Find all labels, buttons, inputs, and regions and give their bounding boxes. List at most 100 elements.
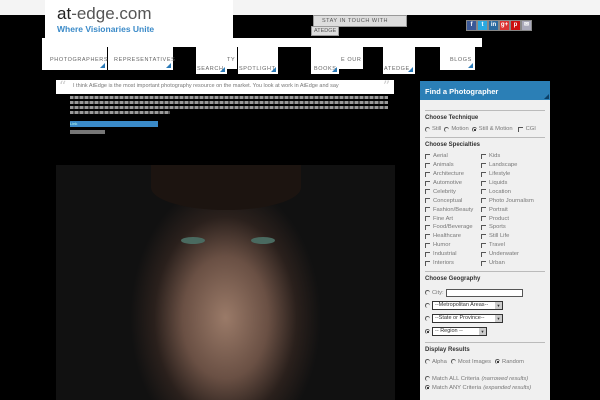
state-radio[interactable] — [425, 316, 430, 322]
radio-label: Most Images — [457, 358, 492, 365]
display-most-images-radio[interactable] — [450, 359, 456, 365]
match-any-radio[interactable] — [425, 385, 430, 391]
quote-author-link[interactable]: Link — [70, 121, 158, 127]
specialty-option[interactable]: Industrial — [425, 250, 481, 259]
specialty-checkbox[interactable] — [481, 198, 486, 204]
pinterest-icon[interactable]: p — [511, 21, 520, 30]
specialty-option[interactable]: Sports — [481, 223, 541, 232]
metro-radio[interactable] — [425, 303, 430, 309]
email-icon[interactable]: ✉ — [522, 21, 531, 30]
specialty-checkbox[interactable] — [481, 216, 486, 222]
city-input[interactable] — [445, 288, 523, 297]
specialty-option[interactable]: Kids — [481, 152, 541, 161]
specialty-option[interactable]: Celebrity — [425, 187, 481, 196]
specialty-checkbox[interactable] — [481, 180, 486, 186]
specialty-option[interactable]: Landscape — [481, 161, 541, 170]
nav-community[interactable]: TY — [227, 44, 237, 69]
specialty-option[interactable]: Urban — [481, 259, 541, 268]
featured-portrait-photo[interactable] — [56, 165, 395, 400]
specialty-option[interactable]: Product — [481, 214, 541, 223]
quote-text-line — [70, 101, 388, 104]
specialty-checkbox[interactable] — [481, 242, 486, 248]
specialty-option[interactable]: Photo Journalism — [481, 196, 541, 205]
corner-icon — [468, 63, 473, 68]
specialty-checkbox[interactable] — [425, 216, 430, 222]
region-radio[interactable] — [425, 329, 430, 335]
specialty-checkbox[interactable] — [425, 224, 430, 230]
specialty-option[interactable]: Underwater — [481, 250, 541, 259]
specialty-checkbox[interactable] — [481, 171, 486, 177]
specialty-label: Still Life — [489, 233, 510, 240]
specialty-option[interactable]: Lifestyle — [481, 170, 541, 179]
metro-select[interactable]: --Metropolitan Areas-- ▼ — [432, 301, 503, 311]
specialty-option[interactable]: Healthcare — [425, 232, 481, 241]
specialty-checkbox[interactable] — [425, 198, 430, 204]
stay-in-touch-button-2[interactable]: ATEDGE — [311, 26, 339, 36]
specialties-grid: Aerial Kids Animals Landscape Architecture Li… — [425, 152, 550, 268]
panel-header: Find a Photographer — [420, 81, 550, 100]
specialty-option[interactable]: Aerial — [425, 152, 481, 161]
display-alpha-radio[interactable] — [425, 359, 430, 365]
specialty-option[interactable]: Liquids — [481, 179, 541, 188]
radio-label: Still & Motion — [478, 126, 513, 133]
radio-note: (expanded results) — [483, 384, 532, 391]
specialty-checkbox[interactable] — [481, 162, 486, 168]
specialty-option[interactable]: Automotive — [425, 179, 481, 188]
linkedin-icon[interactable]: in — [489, 21, 498, 30]
technique-cgi-checkbox[interactable] — [517, 126, 523, 132]
panel-title: Find a Photographer — [425, 87, 499, 96]
specialty-option[interactable]: Fashion/Beauty — [425, 205, 481, 214]
nav-search[interactable]: SEARCH — [196, 44, 227, 74]
specialty-option[interactable]: Animals — [425, 161, 481, 170]
nav-spotlight[interactable]: SPOTLIGHT — [238, 44, 278, 74]
nav-blogs[interactable]: BLOGS — [440, 44, 475, 70]
region-select[interactable]: -- Region -- ▼ — [432, 327, 487, 337]
specialty-checkbox[interactable] — [425, 162, 430, 168]
specialty-option[interactable]: Portrait — [481, 205, 541, 214]
specialty-checkbox[interactable] — [425, 251, 430, 257]
site-logo[interactable]: at-edge.com Where Visionaries Unite — [45, 0, 233, 38]
technique-still-motion-radio[interactable] — [471, 126, 477, 132]
specialty-label: Photo Journalism — [489, 197, 534, 204]
specialty-checkbox[interactable] — [481, 260, 486, 266]
nav-photographers[interactable]: PHOTOGRAPHERS — [42, 44, 108, 70]
specialty-checkbox[interactable] — [481, 153, 486, 159]
specialty-checkbox[interactable] — [425, 180, 430, 186]
google-plus-icon[interactable]: g+ — [500, 21, 509, 30]
facebook-icon[interactable]: f — [467, 21, 476, 30]
city-radio[interactable] — [425, 290, 430, 296]
specialty-checkbox[interactable] — [425, 171, 430, 177]
twitter-icon[interactable]: t — [478, 21, 487, 30]
specialty-option[interactable]: Fine Art — [425, 214, 481, 223]
specialty-option[interactable]: Architecture — [425, 170, 481, 179]
nav-representatives[interactable]: REPRESENTATIVES — [108, 44, 175, 70]
specialty-checkbox[interactable] — [425, 207, 430, 213]
technique-motion-radio[interactable] — [444, 126, 450, 132]
specialty-option[interactable]: Still Life — [481, 232, 541, 241]
nav-see-our[interactable]: E OUR — [339, 44, 363, 69]
specialty-option[interactable]: Location — [481, 187, 541, 196]
nav-atedge[interactable]: ATEDGE — [383, 44, 415, 74]
match-all-radio[interactable] — [425, 376, 430, 382]
specialty-checkbox[interactable] — [425, 242, 430, 248]
specialty-option[interactable]: Travel — [481, 241, 541, 250]
specialty-option[interactable]: Humor — [425, 241, 481, 250]
nav-books[interactable]: BOOKS — [311, 44, 339, 74]
specialty-option[interactable]: Food/Beverage — [425, 223, 481, 232]
specialty-checkbox[interactable] — [481, 224, 486, 230]
open-quote-icon: “ — [59, 79, 67, 95]
specialty-checkbox[interactable] — [481, 189, 486, 195]
quote-text-line — [70, 111, 170, 114]
state-select[interactable]: --State or Province-- ▼ — [432, 314, 503, 324]
specialty-option[interactable]: Interiors — [425, 259, 481, 268]
specialty-checkbox[interactable] — [425, 189, 430, 195]
display-random-radio[interactable] — [495, 359, 501, 365]
specialty-checkbox[interactable] — [481, 207, 486, 213]
specialty-checkbox[interactable] — [425, 153, 430, 159]
specialty-checkbox[interactable] — [481, 233, 486, 239]
specialty-checkbox[interactable] — [425, 260, 430, 266]
specialty-checkbox[interactable] — [425, 233, 430, 239]
specialty-checkbox[interactable] — [481, 251, 486, 257]
technique-still-radio[interactable] — [425, 126, 430, 132]
specialty-option[interactable]: Conceptual — [425, 196, 481, 205]
